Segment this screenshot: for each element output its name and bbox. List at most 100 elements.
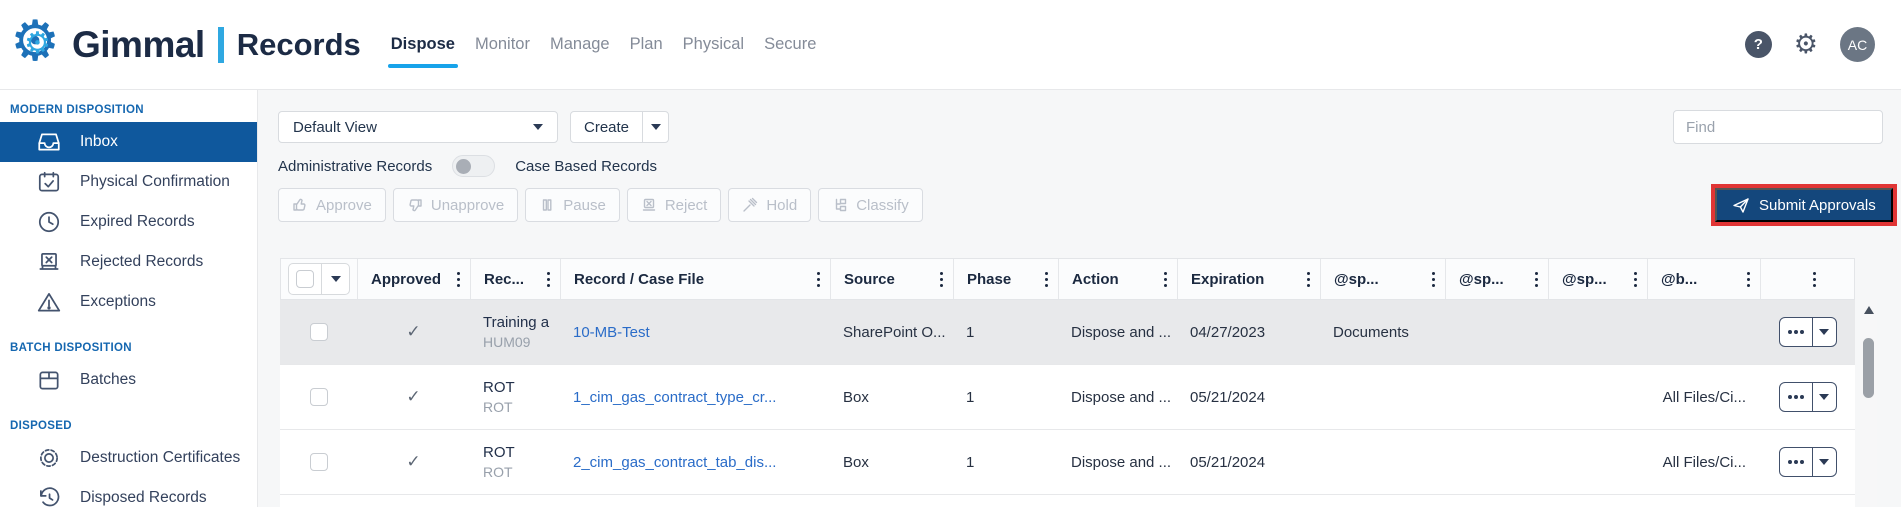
gavel-icon <box>742 197 758 213</box>
cell-phase: 1 <box>953 300 1058 364</box>
create-split-button[interactable]: Create <box>570 111 669 143</box>
column-menu-icon[interactable] <box>940 278 943 281</box>
hold-button[interactable]: Hold <box>728 188 811 222</box>
column-menu-icon[interactable] <box>1747 278 1750 281</box>
row-checkbox[interactable] <box>310 453 328 471</box>
sidebar-item-label: Rejected Records <box>80 253 203 271</box>
row-checkbox[interactable] <box>310 323 328 341</box>
chevron-down-icon <box>651 124 661 130</box>
nav-tab-monitor[interactable]: Monitor <box>473 29 532 60</box>
row-dropdown-button[interactable] <box>1813 448 1836 476</box>
unapprove-button[interactable]: Unapprove <box>393 188 518 222</box>
cell-sp3 <box>1548 430 1647 494</box>
row-more-button[interactable] <box>1780 383 1813 411</box>
select-all-checkbox[interactable] <box>296 270 314 288</box>
help-icon[interactable]: ? <box>1745 31 1772 58</box>
select-all-control[interactable] <box>288 263 350 295</box>
reject-box-icon <box>641 197 657 213</box>
column-menu-icon[interactable] <box>1045 278 1048 281</box>
nav-tab-plan[interactable]: Plan <box>628 29 665 60</box>
scrollbar-thumb[interactable] <box>1863 338 1874 398</box>
table-scrollbar[interactable] <box>1860 300 1877 507</box>
row-more-button[interactable] <box>1780 448 1813 476</box>
avatar[interactable]: AC <box>1840 27 1875 62</box>
column-menu-icon[interactable] <box>1432 278 1435 281</box>
chevron-down-icon <box>1819 459 1829 465</box>
row-actions-split-button[interactable] <box>1779 447 1837 477</box>
row-more-button[interactable] <box>1780 318 1813 346</box>
scroll-up-icon[interactable] <box>1864 306 1874 314</box>
clock-icon <box>36 209 62 235</box>
ellipsis-icon <box>1794 460 1798 464</box>
table-row: ✓ ROT ROT 1_cim_gas_contract_type_cr... … <box>280 365 1855 430</box>
ellipsis-icon <box>1794 395 1798 399</box>
gimmal-gear-logo-icon: ⚙ ⚙ <box>10 17 66 73</box>
cell-rec-sub: ROT <box>483 398 515 416</box>
header-expiration: Expiration <box>1178 259 1321 299</box>
column-menu-icon[interactable] <box>457 278 460 281</box>
header-sp1: @sp... <box>1321 259 1446 299</box>
reject-button[interactable]: Reject <box>627 188 722 222</box>
cell-sp2 <box>1445 365 1548 429</box>
sidebar-item-inbox[interactable]: Inbox <box>0 122 257 162</box>
column-menu-icon[interactable] <box>817 278 820 281</box>
nav-tab-physical[interactable]: Physical <box>681 29 746 60</box>
gear-small-icon: ⚙ <box>24 29 51 59</box>
thumbs-down-icon <box>407 197 423 213</box>
sidebar-item-exceptions[interactable]: Exceptions <box>0 282 257 322</box>
classify-button[interactable]: Classify <box>818 188 923 222</box>
header-phase: Phase <box>954 259 1059 299</box>
sidebar-item-physical-confirmation[interactable]: Physical Confirmation <box>0 162 257 202</box>
sidebar-item-destruction-certificates[interactable]: Destruction Certificates <box>0 438 257 478</box>
row-dropdown-button[interactable] <box>1813 383 1836 411</box>
submit-approvals-button[interactable]: Submit Approvals <box>1715 188 1893 222</box>
cell-source: Box <box>830 430 953 494</box>
pause-button[interactable]: Pause <box>525 188 620 222</box>
app-header: ⚙ ⚙ Gimmal Records Dispose Monitor Manag… <box>0 0 1901 90</box>
inbox-icon <box>36 129 62 155</box>
row-checkbox[interactable] <box>310 388 328 406</box>
chevron-down-icon <box>331 276 341 282</box>
send-icon <box>1732 196 1750 214</box>
record-link[interactable]: 10-MB-Test <box>573 324 650 341</box>
nav-tab-dispose[interactable]: Dispose <box>389 29 457 60</box>
cell-phase: 1 <box>953 365 1058 429</box>
cell-rec-title: Training and D <box>483 313 550 333</box>
approve-label: Approve <box>316 197 372 214</box>
sidebar-item-batches[interactable]: Batches <box>0 360 257 400</box>
cell-source: Box <box>830 365 953 429</box>
cell-expiration: 05/21/2024 <box>1177 365 1320 429</box>
find-input[interactable] <box>1673 110 1883 144</box>
pause-label: Pause <box>563 197 606 214</box>
sidebar-section-modern-disposition: MODERN DISPOSITION <box>10 104 257 116</box>
nav-tab-manage[interactable]: Manage <box>548 29 612 60</box>
row-dropdown-button[interactable] <box>1813 318 1836 346</box>
create-dropdown-toggle[interactable] <box>642 112 668 142</box>
row-actions-split-button[interactable] <box>1779 382 1837 412</box>
header-source: Source <box>831 259 954 299</box>
approve-button[interactable]: Approve <box>278 188 386 222</box>
view-selector-dropdown[interactable]: Default View <box>278 111 558 143</box>
administrative-records-toggle[interactable] <box>452 155 495 177</box>
row-actions-split-button[interactable] <box>1779 317 1837 347</box>
divider <box>321 264 322 294</box>
header-approved: Approved <box>358 259 471 299</box>
column-menu-icon[interactable] <box>1634 278 1637 281</box>
column-menu-icon[interactable] <box>1535 278 1538 281</box>
header-row-actions <box>1761 259 1856 299</box>
settings-gear-icon[interactable]: ⚙ <box>1794 31 1818 58</box>
sidebar-item-rejected-records[interactable]: Rejected Records <box>0 242 257 282</box>
sidebar-item-expired-records[interactable]: Expired Records <box>0 202 257 242</box>
column-menu-icon[interactable] <box>547 278 550 281</box>
column-menu-icon[interactable] <box>1813 278 1816 281</box>
column-menu-icon[interactable] <box>1164 278 1167 281</box>
column-menu-icon[interactable] <box>1307 278 1310 281</box>
cell-expiration: 04/27/2023 <box>1177 300 1320 364</box>
create-button[interactable]: Create <box>571 112 642 142</box>
nav-tab-secure[interactable]: Secure <box>762 29 818 60</box>
record-link[interactable]: 2_cim_gas_contract_tab_dis... <box>573 454 776 471</box>
cell-sp1 <box>1320 430 1445 494</box>
record-link[interactable]: 1_cim_gas_contract_type_cr... <box>573 389 776 406</box>
header-rec: Rec... <box>471 259 561 299</box>
sidebar-item-disposed-records[interactable]: Disposed Records <box>0 478 257 507</box>
